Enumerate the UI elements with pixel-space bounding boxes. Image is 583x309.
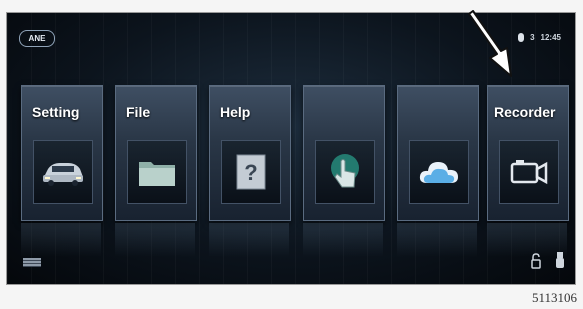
tile-help[interactable]: Help ?: [209, 85, 291, 221]
tile-cloud[interactable]: [397, 85, 479, 221]
menu-icon[interactable]: [23, 258, 41, 267]
bottom-right-controls: [531, 251, 565, 269]
callout-arrow-icon: [468, 10, 512, 77]
folder-icon: [127, 140, 187, 204]
svg-text:?: ?: [244, 160, 257, 185]
tile-setting[interactable]: Setting: [21, 85, 103, 221]
status-area: 3 12:45: [518, 31, 561, 43]
tile-label: Recorder: [494, 104, 556, 120]
tile-reflection: [397, 223, 477, 257]
app-carousel: Setting File Help ? Recorder: [21, 85, 569, 257]
clock: 12:45: [540, 32, 561, 42]
tile-reflection: [21, 223, 101, 257]
usb-icon[interactable]: [555, 251, 565, 269]
camera-icon: [499, 140, 559, 204]
tile-reflection: [209, 223, 289, 257]
tile-touch[interactable]: [303, 85, 385, 221]
brand-badge[interactable]: ANE: [19, 30, 55, 47]
tile-label: Setting: [32, 104, 80, 120]
tile-reflection: [115, 223, 195, 257]
tile-reflection: [303, 223, 383, 257]
tile-label: File: [126, 104, 151, 120]
car-icon: [33, 140, 93, 204]
tile-label: Help: [220, 104, 251, 120]
figure-id: 5113106: [531, 290, 577, 305]
tile-file[interactable]: File: [115, 85, 197, 221]
tile-recorder[interactable]: Recorder: [487, 85, 569, 221]
signal-indicator: 3: [530, 32, 535, 42]
help-icon: ?: [221, 140, 281, 204]
touch-icon: [315, 140, 375, 204]
lock-icon[interactable]: [531, 253, 541, 269]
cloud-icon: [409, 140, 469, 204]
